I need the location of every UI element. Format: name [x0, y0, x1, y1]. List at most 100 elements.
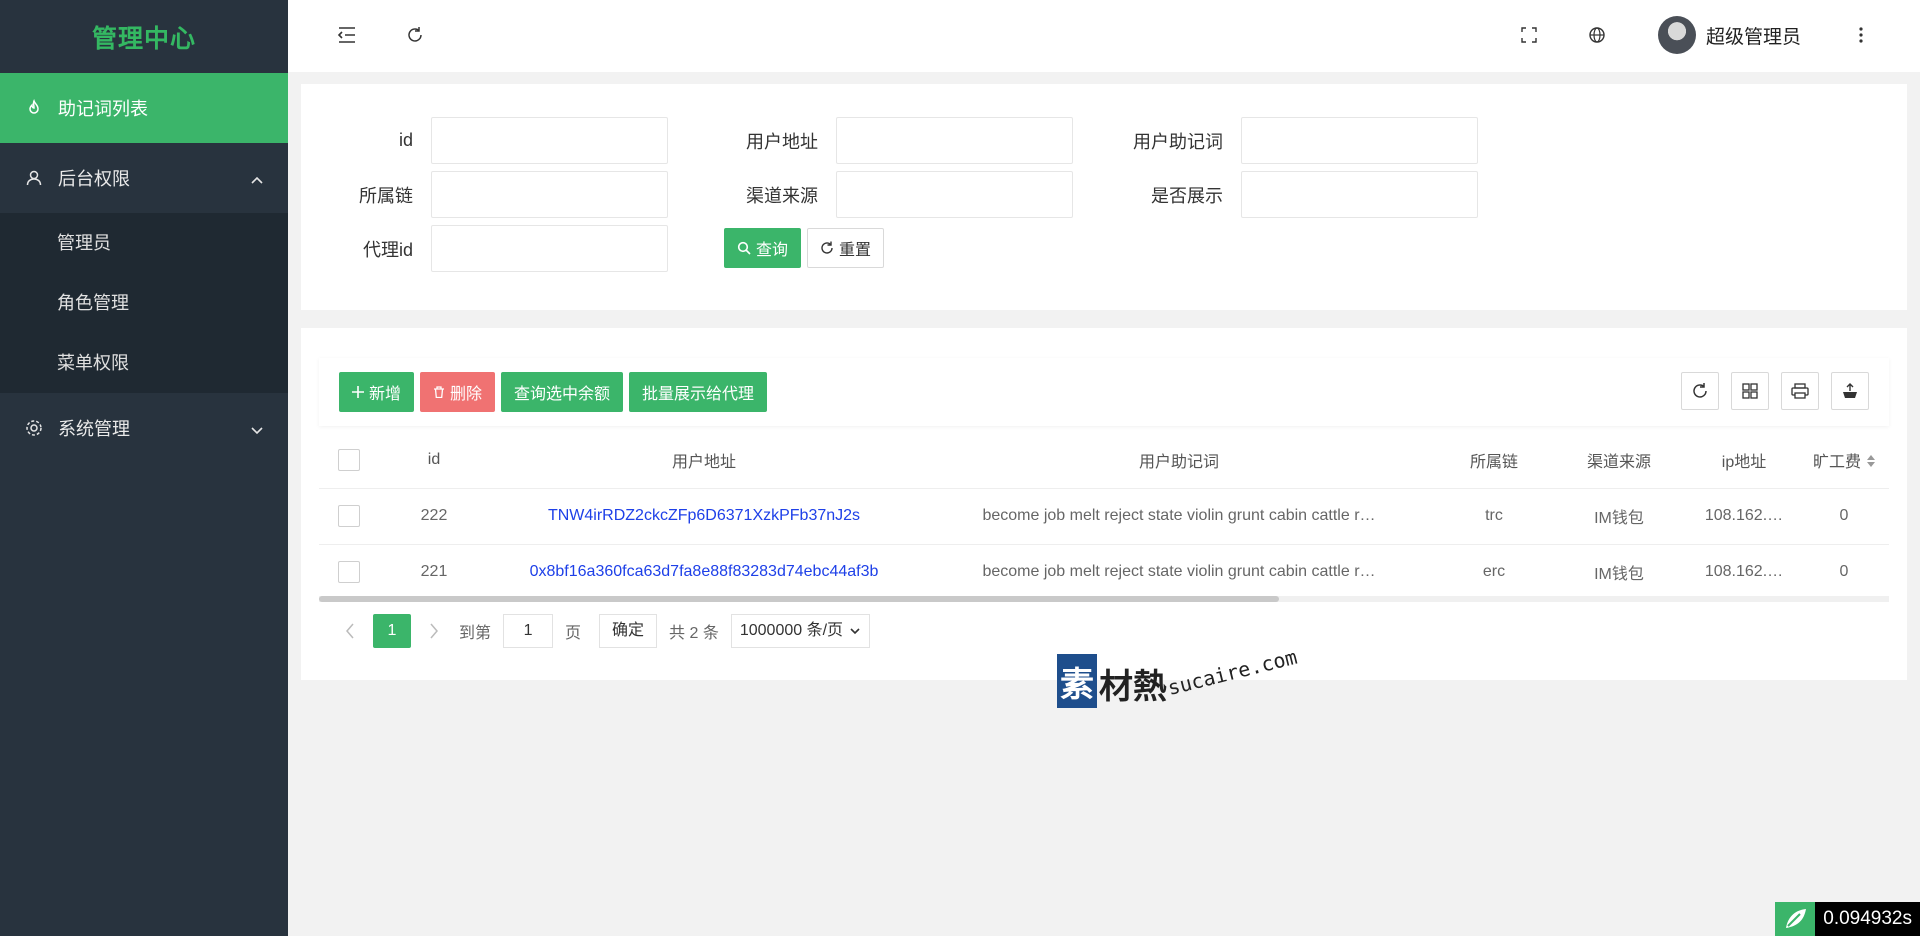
sidebar-item-label: 助记词列表 [58, 99, 148, 119]
address-label: 用户地址 [746, 131, 818, 152]
query-button[interactable]: 查询 [724, 228, 802, 268]
row-checkbox[interactable] [338, 505, 360, 527]
add-button-label: 新增 [369, 386, 402, 403]
cell-mnemonic: become job melt reject state violin grun… [919, 544, 1439, 601]
goto-confirm-button[interactable]: 确定 [599, 614, 658, 648]
sidebar-item-system[interactable]: 系统管理 [0, 393, 288, 463]
globe-icon[interactable] [1586, 24, 1608, 46]
mnemonic-input[interactable] [1241, 117, 1478, 164]
channel-label: 渠道来源 [746, 185, 818, 206]
export-icon[interactable] [1831, 372, 1869, 410]
cell-address[interactable]: 0x8bf16a360fca63d7fa8e88f83283d74ebc44af… [489, 544, 919, 601]
columns-icon[interactable] [1731, 372, 1769, 410]
sidebar: 管理中心 助记词列表 后台权限 管理员 角色管理 菜单权限 系统管理 [0, 0, 288, 936]
cell-id: 221 [379, 544, 489, 601]
table-header-row: id 用户地址 用户助记词 所属链 渠道来源 ip地址 旷工费 [319, 432, 1889, 489]
reset-button-label: 重置 [839, 242, 872, 259]
print-icon[interactable] [1781, 372, 1819, 410]
chevron-down-icon [250, 421, 264, 435]
column-header: id [379, 432, 489, 489]
next-page-icon[interactable] [421, 613, 447, 649]
page-size-value: 1000000 条/页 [739, 622, 844, 639]
column-header-sortable[interactable]: 旷工费 [1799, 432, 1889, 489]
goto-page-input[interactable]: 1 [503, 614, 554, 648]
watermark-box: 素 [1057, 654, 1097, 708]
sidebar-item-backend-permissions[interactable]: 后台权限 [0, 143, 288, 213]
more-vertical-icon[interactable] [1850, 24, 1872, 46]
add-button[interactable]: 新增 [339, 372, 415, 412]
fullscreen-icon[interactable] [1518, 24, 1540, 46]
search-panel: id 用户地址 用户助记词 所属链 渠道来源 是否展示 代理id 查询 重置 [301, 84, 1907, 310]
id-label: id [398, 130, 413, 150]
chain-input[interactable] [431, 171, 668, 218]
batch-show-button[interactable]: 批量展示给代理 [629, 372, 768, 412]
mnemonic-label: 用户助记词 [1133, 131, 1223, 152]
delete-button[interactable]: 删除 [420, 372, 496, 412]
cell-chain: erc [1439, 544, 1549, 601]
table-row: 221 0x8bf16a360fca63d7fa8e88f83283d74ebc… [319, 544, 1889, 601]
refresh-icon[interactable] [404, 24, 426, 46]
scrollbar-thumb[interactable] [319, 596, 1279, 602]
sidebar-item-admin[interactable]: 管理员 [0, 213, 288, 273]
page-size-select[interactable]: 1000000 条/页 [730, 614, 871, 648]
sidebar-submenu: 管理员 角色管理 菜单权限 [0, 213, 288, 393]
data-table-panel: 新增 删除 查询选中余额 批量展示给代理 id 用户地址 用户助记词 所属链 渠… [301, 328, 1907, 680]
display-input[interactable] [1241, 171, 1478, 218]
leaf-icon [1775, 902, 1816, 936]
chevron-down-icon [849, 625, 861, 637]
fire-icon [24, 98, 44, 118]
row-checkbox[interactable] [338, 561, 360, 583]
cell-ip: 108.162.… [1689, 544, 1799, 601]
query-balance-button[interactable]: 查询选中余额 [501, 372, 624, 412]
column-header: 渠道来源 [1549, 432, 1689, 489]
id-input[interactable] [431, 117, 668, 164]
delete-button-label: 删除 [450, 386, 483, 403]
cell-channel: IM钱包 [1549, 488, 1689, 545]
sidebar-item-label: 系统管理 [58, 419, 130, 439]
refresh-icon [820, 241, 834, 255]
sidebar-title: 管理中心 [91, 25, 196, 53]
cell-chain: trc [1439, 488, 1549, 545]
user-name: 超级管理员 [1706, 26, 1802, 48]
trace-timer[interactable]: 0.094932s [1775, 902, 1920, 936]
chain-label: 所属链 [359, 185, 413, 206]
sidebar-item-label: 后台权限 [58, 169, 130, 189]
agent-id-input[interactable] [431, 225, 668, 272]
gear-icon [24, 418, 44, 438]
page-number-current[interactable]: 1 [373, 614, 411, 648]
reset-button[interactable]: 重置 [807, 228, 885, 268]
user-icon [24, 168, 44, 188]
table-refresh-icon[interactable] [1681, 372, 1719, 410]
display-label: 是否展示 [1151, 185, 1223, 206]
sidebar-item-mnemonic-list[interactable]: 助记词列表 [0, 73, 288, 143]
cell-fee: 0 [1799, 488, 1889, 545]
channel-input[interactable] [836, 171, 1073, 218]
goto-label: 到第 [459, 625, 492, 642]
address-input[interactable] [836, 117, 1073, 164]
pagination: 1 到第 1 页 确定 共 2 条 1000000 条/页 [337, 613, 871, 649]
chevron-up-icon [250, 171, 264, 185]
select-all-checkbox[interactable] [338, 448, 360, 471]
column-header: 用户地址 [489, 432, 919, 489]
search-icon [737, 241, 751, 255]
column-header: 用户助记词 [919, 432, 1439, 489]
timer-value: 0.094932s [1815, 902, 1920, 936]
menu-fold-icon[interactable] [336, 24, 358, 46]
cell-id: 222 [379, 488, 489, 545]
table-row: 222 TNW4irRDZ2ckcZFp6D6371XzkPFb37nJ2s b… [319, 488, 1889, 545]
horizontal-scrollbar[interactable] [319, 596, 1889, 602]
column-header: ip地址 [1689, 432, 1799, 489]
cell-mnemonic: become job melt reject state violin grun… [919, 488, 1439, 545]
agent-id-label: 代理id [362, 239, 413, 260]
query-button-label: 查询 [756, 242, 789, 259]
sidebar-item-roles[interactable]: 角色管理 [0, 273, 288, 333]
prev-page-icon[interactable] [337, 613, 363, 649]
sidebar-item-menu-permissions[interactable]: 菜单权限 [0, 333, 288, 393]
sort-icon[interactable] [1867, 454, 1875, 472]
plus-icon [352, 386, 364, 398]
table-toolbar: 新增 删除 查询选中余额 批量展示给代理 [319, 358, 1889, 426]
user-menu[interactable]: 超级管理员 [1658, 16, 1801, 54]
cell-address[interactable]: TNW4irRDZ2ckcZFp6D6371XzkPFb37nJ2s [489, 488, 919, 545]
avatar [1658, 16, 1696, 54]
mnemonic-table: id 用户地址 用户助记词 所属链 渠道来源 ip地址 旷工费 222 TNW4… [319, 432, 1889, 601]
